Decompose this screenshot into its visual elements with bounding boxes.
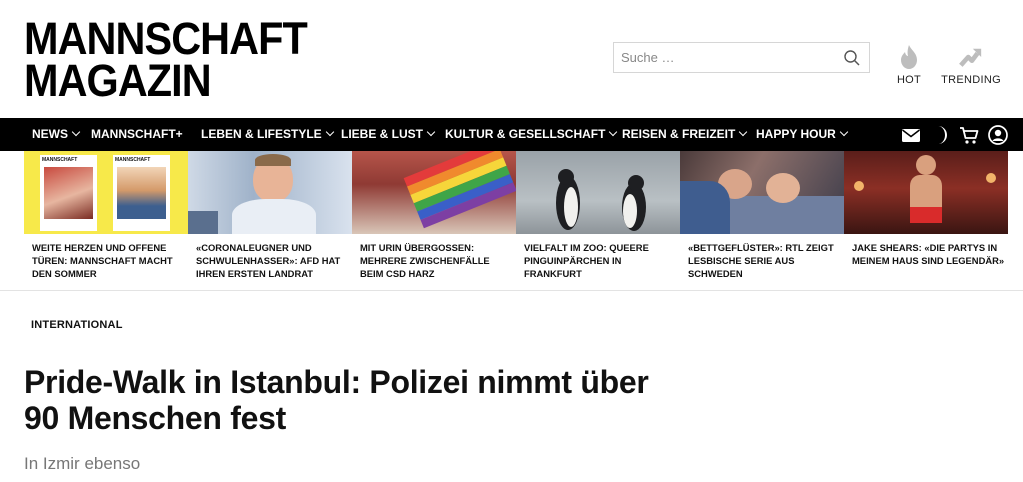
teaser-title: MIT URIN ÜBERGOSSEN: MEHRERE ZWISCHENFÄL… [360,242,490,279]
hot-link[interactable]: HOT [893,44,925,86]
search-input[interactable] [614,43,829,72]
nav-item-news[interactable]: NEWS [32,118,81,151]
nav-item-label: REISEN & FREIZEIT [622,127,736,141]
magazine-cover-title: MANNSCHAFT [42,157,78,163]
hot-label: HOT [896,74,922,86]
chevron-down-icon [71,127,81,137]
logo-line-2: MAGAZIN [24,55,212,106]
cart-icon[interactable] [959,125,979,145]
teaser-thumbnail [352,151,516,234]
nav-item-reisen-freizeit[interactable]: REISEN & FREIZEIT [622,118,748,151]
teaser-thumbnail [188,151,352,234]
magazine-cover: MANNSCHAFT [113,155,170,231]
nav-item-label: MANNSCHAFT+ [91,127,183,141]
chevron-down-icon [609,127,618,137]
chevron-down-icon [839,127,849,137]
site-logo[interactable]: MANNSCHAFT MAGAZIN [24,13,308,106]
search-icon[interactable] [843,49,861,67]
nav-item-happy-hour[interactable]: HAPPY HOUR [756,118,849,151]
teaser-card[interactable]: MIT URIN ÜBERGOSSEN: MEHRERE ZWISCHENFÄL… [352,151,516,291]
nav-item-mannschaft-plus[interactable]: MANNSCHAFT+ [91,118,183,151]
teaser-card[interactable]: «CORONALEUGNER UND SCHWULENHASSER»: AFD … [188,151,352,291]
chevron-down-icon [426,127,436,137]
nav-item-liebe-lust[interactable]: LIEBE & LUST [341,118,436,151]
rainbow-flag-image [403,151,516,229]
chevron-down-icon [325,127,334,137]
teaser-title: JAKE SHEARS: «DIE PARTYS IN MEINEM HAUS … [852,242,1005,266]
nav-item-leben-lifestyle[interactable]: LEBEN & LIFESTYLE [201,118,334,151]
nav-item-label: LEBEN & LIFESTYLE [201,127,322,141]
article-headline: Pride-Walk in Istanbul: Polizei nimmt üb… [24,364,649,436]
magazine-cover: MANNSCHAFT [40,155,97,231]
section-divider [0,290,1023,291]
teaser-title: WEITE HERZEN UND OFFENE TÜREN: MANNSCHAF… [32,242,173,279]
nav-item-label: HAPPY HOUR [756,127,836,141]
trending-link[interactable]: TRENDING [940,44,1002,86]
teaser-thumbnail: MANNSCHAFT MANNSCHAFT [24,151,188,234]
dark-mode-icon[interactable] [930,125,950,145]
magazine-cover-title: MANNSCHAFT [115,157,151,163]
teaser-thumbnail [844,151,1008,234]
penguins-image [556,169,646,231]
site-header: MANNSCHAFT MAGAZIN HOT TRENDING [0,0,1023,118]
article-category[interactable]: INTERNATIONAL [31,319,123,331]
nav-item-kultur-gesellschaft[interactable]: KULTUR & GESELLSCHAFT [445,118,618,151]
teaser-strip: MANNSCHAFT MANNSCHAFT WEITE HERZEN UND O… [24,151,1009,291]
teaser-card[interactable]: «BETTGEFLÜSTER»: RTL ZEIGT LESBISCHE SER… [680,151,844,291]
teaser-title: «BETTGEFLÜSTER»: RTL ZEIGT LESBISCHE SER… [688,242,834,279]
trending-label: TRENDING [941,74,1001,86]
logo-line-1: MANNSCHAFT [24,13,308,64]
teaser-title: VIELFALT IM ZOO: QUEERE PINGUINPÄRCHEN I… [524,242,649,279]
chevron-down-icon [739,127,748,137]
mail-icon[interactable] [901,125,921,145]
flame-icon [901,45,917,69]
account-icon[interactable] [988,125,1008,145]
teaser-card[interactable]: MANNSCHAFT MANNSCHAFT WEITE HERZEN UND O… [24,151,188,291]
trending-arrow-icon [959,48,982,67]
teaser-card[interactable]: JAKE SHEARS: «DIE PARTYS IN MEINEM HAUS … [844,151,1008,291]
teaser-card[interactable]: VIELFALT IM ZOO: QUEERE PINGUINPÄRCHEN I… [516,151,680,291]
nav-item-label: LIEBE & LUST [341,127,424,141]
nav-item-label: KULTUR & GESELLSCHAFT [445,127,606,141]
nav-item-label: NEWS [32,127,68,141]
teaser-title: «CORONALEUGNER UND SCHWULENHASSER»: AFD … [196,242,341,279]
search-box [613,42,870,73]
article-subline: In Izmir ebenso [24,454,141,473]
main-nav: NEWS MANNSCHAFT+ LEBEN & LIFESTYLE LIEBE… [0,118,1023,151]
teaser-thumbnail [516,151,680,234]
teaser-thumbnail [680,151,844,234]
